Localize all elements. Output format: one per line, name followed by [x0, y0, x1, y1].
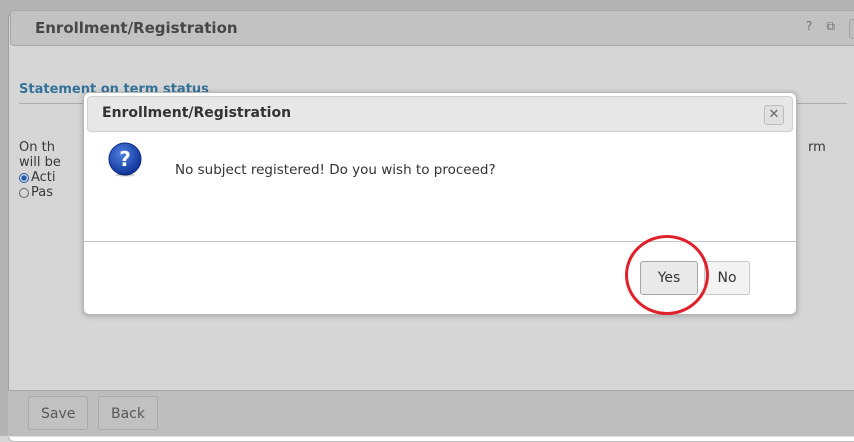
- dialog-message: No subject registered! Do you wish to pr…: [175, 162, 496, 178]
- close-icon[interactable]: ✕: [764, 105, 784, 125]
- dialog-header: Enrollment/Registration ✕: [87, 96, 793, 132]
- question-icon: ?: [108, 142, 142, 177]
- dialog-title: Enrollment/Registration: [102, 105, 292, 121]
- no-button[interactable]: No: [704, 261, 750, 295]
- svg-text:?: ?: [119, 147, 131, 171]
- highlight-annotation-circle: [625, 235, 709, 315]
